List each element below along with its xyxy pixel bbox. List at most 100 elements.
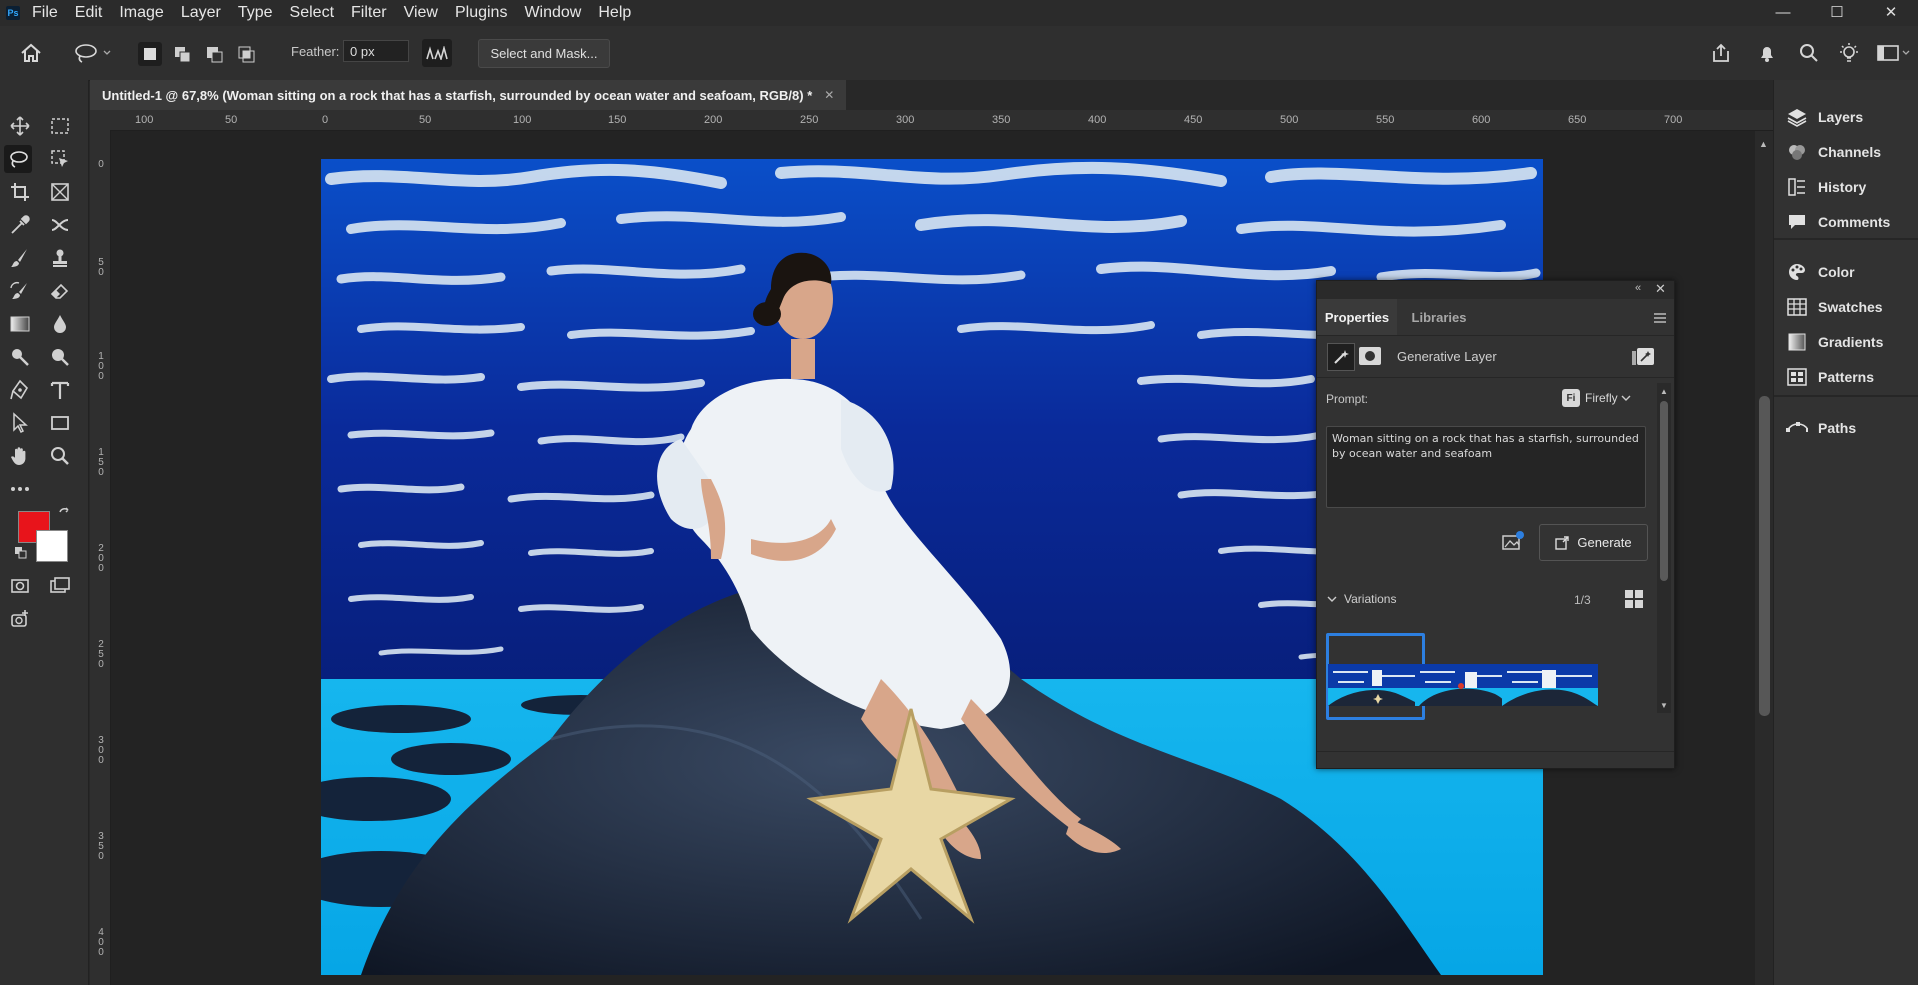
close-panel-icon[interactable]: ✕ bbox=[1655, 281, 1666, 297]
minimize-button[interactable]: — bbox=[1760, 0, 1806, 24]
menu-select[interactable]: Select bbox=[290, 4, 334, 22]
remove-tool-icon[interactable] bbox=[46, 211, 74, 239]
intersect-selection-icon[interactable] bbox=[234, 42, 258, 66]
lasso-tool-icon[interactable] bbox=[4, 145, 32, 173]
document-tab[interactable]: Untitled-1 @ 67,8% (Woman sitting on a r… bbox=[90, 80, 847, 110]
variation-thumbnail-3[interactable] bbox=[1502, 664, 1598, 706]
model-dropdown[interactable]: Firefly bbox=[1585, 391, 1632, 405]
close-tab-icon[interactable]: ✕ bbox=[824, 88, 834, 102]
select-and-mask-button[interactable]: Select and Mask... bbox=[478, 39, 610, 68]
panel-gradients[interactable]: Gradients bbox=[1786, 331, 1883, 353]
scrollbar-thumb[interactable] bbox=[1660, 401, 1668, 581]
tab-properties[interactable]: Properties bbox=[1317, 299, 1397, 335]
home-icon[interactable] bbox=[18, 40, 44, 66]
new-selection-icon[interactable] bbox=[138, 42, 162, 66]
zoom-tool-icon[interactable] bbox=[46, 442, 74, 470]
hand-tool-icon[interactable] bbox=[6, 442, 34, 470]
panel-paths[interactable]: Paths bbox=[1786, 417, 1856, 439]
object-selection-tool-icon[interactable] bbox=[46, 145, 74, 173]
discover-bulb-icon[interactable] bbox=[1836, 40, 1862, 66]
eraser-tool-icon[interactable] bbox=[46, 277, 74, 305]
menu-file[interactable]: File bbox=[32, 4, 58, 22]
menu-filter[interactable]: Filter bbox=[351, 4, 387, 22]
panel-channels[interactable]: Channels bbox=[1786, 141, 1881, 163]
workspace-icon[interactable] bbox=[1874, 40, 1914, 66]
menu-window[interactable]: Window bbox=[524, 4, 581, 22]
screen-mode-icon[interactable] bbox=[46, 572, 74, 600]
menu-layer[interactable]: Layer bbox=[181, 4, 221, 22]
anti-alias-icon[interactable] bbox=[422, 39, 452, 67]
magnifier-tool-icon[interactable] bbox=[46, 343, 74, 371]
brush-tool-icon[interactable] bbox=[6, 244, 34, 272]
generate-button[interactable]: Generate bbox=[1539, 524, 1648, 561]
panel-history[interactable]: History bbox=[1786, 176, 1866, 198]
variations-header[interactable]: Variations bbox=[1326, 592, 1396, 606]
ruler-label: 150 bbox=[608, 114, 627, 126]
variation-thumbnail-2[interactable] bbox=[1415, 664, 1511, 706]
path-selection-tool-icon[interactable] bbox=[6, 409, 34, 437]
dodge-tool-icon[interactable] bbox=[6, 343, 34, 371]
menu-plugins[interactable]: Plugins bbox=[455, 4, 507, 22]
panel-divider bbox=[1774, 238, 1918, 240]
history-brush-tool-icon[interactable] bbox=[6, 277, 34, 305]
gradient-tool-icon[interactable] bbox=[6, 310, 34, 338]
rectangle-tool-icon[interactable] bbox=[46, 409, 74, 437]
pen-tool-icon[interactable] bbox=[6, 376, 34, 404]
background-color-swatch[interactable] bbox=[36, 530, 68, 562]
swap-colors-icon[interactable] bbox=[58, 507, 72, 521]
properties-scrollbar[interactable]: ▲ ▼ bbox=[1657, 383, 1671, 713]
prompt-textarea[interactable]: Woman sitting on a rock that has a starf… bbox=[1326, 426, 1646, 508]
scroll-up-icon[interactable]: ▲ bbox=[1759, 139, 1769, 149]
ruler-label: 50 bbox=[225, 114, 238, 126]
new-generative-layer-icon[interactable] bbox=[1630, 345, 1656, 367]
close-window-button[interactable]: ✕ bbox=[1868, 0, 1914, 24]
photoshop-logo[interactable]: Ps bbox=[6, 6, 20, 20]
move-tool-icon[interactable] bbox=[6, 112, 34, 140]
panel-patterns[interactable]: Patterns bbox=[1786, 366, 1874, 388]
menu-view[interactable]: View bbox=[404, 4, 438, 22]
panel-label: Layers bbox=[1818, 109, 1864, 125]
panel-menu-icon[interactable] bbox=[1653, 311, 1667, 323]
crop-tool-icon[interactable] bbox=[6, 178, 34, 206]
panel-color[interactable]: Color bbox=[1786, 261, 1855, 283]
subtract-from-selection-icon[interactable] bbox=[202, 42, 226, 66]
add-to-selection-icon[interactable] bbox=[170, 42, 194, 66]
scroll-down-icon[interactable]: ▼ bbox=[1660, 701, 1668, 710]
blur-tool-icon[interactable] bbox=[46, 310, 74, 338]
tab-libraries[interactable]: Libraries bbox=[1399, 299, 1479, 335]
scrollbar-thumb[interactable] bbox=[1759, 396, 1770, 716]
notifications-icon[interactable] bbox=[1754, 40, 1780, 66]
panel-comments[interactable]: Comments bbox=[1786, 211, 1890, 233]
scroll-up-icon[interactable]: ▲ bbox=[1660, 387, 1668, 396]
ruler-label: 3 0 0 bbox=[98, 735, 104, 766]
variation-thumbnail-1[interactable] bbox=[1328, 664, 1424, 706]
maximize-button[interactable]: ☐ bbox=[1814, 0, 1860, 24]
collapse-panel-icon[interactable]: « bbox=[1635, 282, 1641, 294]
panel-layers[interactable]: Layers bbox=[1786, 106, 1863, 128]
edit-toolbar-icon[interactable] bbox=[6, 605, 34, 633]
frame-tool-icon[interactable] bbox=[46, 178, 74, 206]
marquee-tool-icon[interactable] bbox=[46, 112, 74, 140]
ruler-label: 300 bbox=[896, 114, 915, 126]
clone-stamp-tool-icon[interactable] bbox=[46, 244, 74, 272]
menu-help[interactable]: Help bbox=[598, 4, 631, 22]
feather-input[interactable]: 0 px bbox=[343, 40, 409, 62]
share-icon[interactable] bbox=[1708, 40, 1734, 66]
menu-edit[interactable]: Edit bbox=[75, 4, 103, 22]
search-icon[interactable] bbox=[1796, 40, 1822, 66]
type-tool-icon[interactable] bbox=[46, 376, 74, 404]
grid-view-icon[interactable] bbox=[1624, 589, 1644, 609]
canvas-vertical-scrollbar[interactable]: ▲ bbox=[1755, 131, 1773, 985]
menu-type[interactable]: Type bbox=[238, 4, 273, 22]
menu-image[interactable]: Image bbox=[119, 4, 163, 22]
eyedropper-tool-icon[interactable] bbox=[6, 211, 34, 239]
panel-title-strip[interactable]: « ✕ bbox=[1317, 281, 1674, 299]
reference-image-icon[interactable] bbox=[1501, 530, 1525, 552]
more-tools-icon[interactable] bbox=[6, 475, 34, 503]
color-icon bbox=[1786, 261, 1808, 283]
default-colors-icon[interactable] bbox=[14, 546, 28, 560]
panel-swatches[interactable]: Swatches bbox=[1786, 296, 1883, 318]
layer-mask-icon[interactable] bbox=[1359, 347, 1381, 365]
lasso-preset-icon[interactable] bbox=[70, 40, 114, 66]
quick-mask-icon[interactable] bbox=[6, 572, 34, 600]
